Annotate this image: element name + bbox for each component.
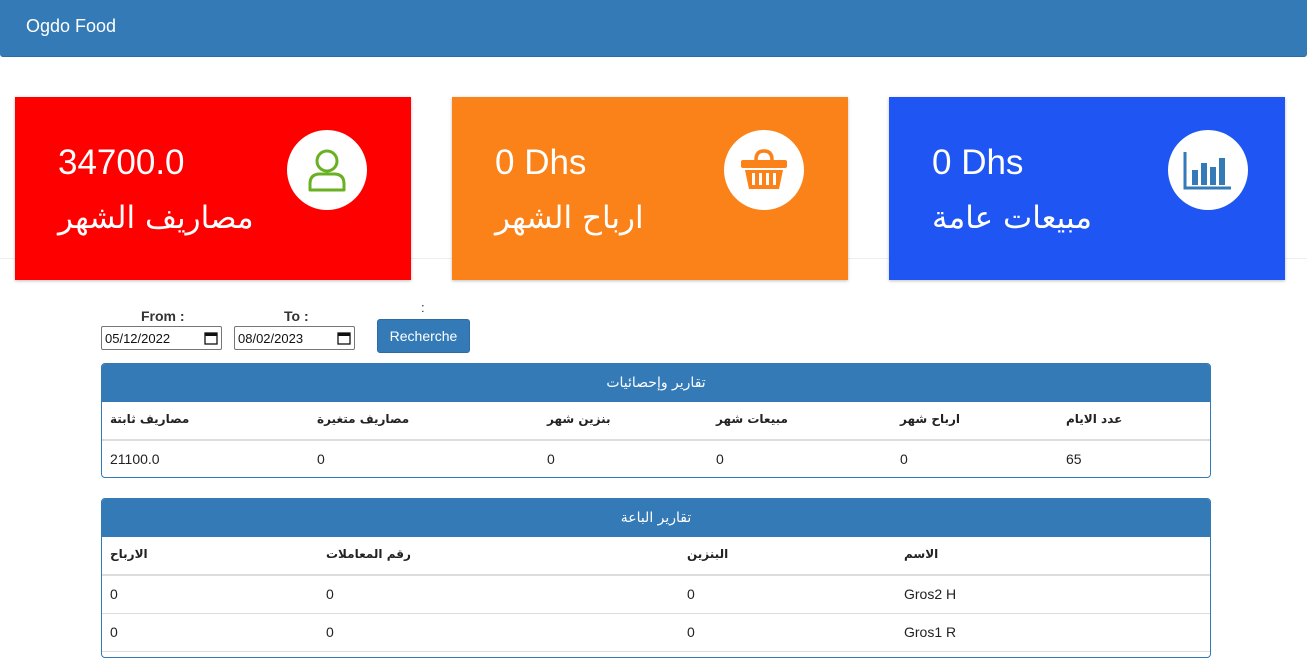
table-row (102, 651, 1210, 657)
brand-name[interactable]: Ogdo Food (26, 16, 116, 37)
search-button[interactable]: Recherche (377, 319, 470, 353)
from-date-value: 05/12/2022 (105, 331, 171, 346)
table-cell: 0 (110, 586, 118, 602)
header-cell: الاسم (904, 547, 939, 561)
table-cell: 0 (326, 586, 334, 602)
to-date-input[interactable]: 08/02/2023 (234, 326, 355, 350)
card-value: 34700.0 (58, 143, 185, 182)
to-date-value: 08/02/2023 (238, 331, 304, 346)
header-cell: ارباح شهر (900, 412, 961, 426)
user-icon (287, 130, 367, 210)
stats-panel: تقارير وإحصائيات مصاريف ثابتة مصاريف متغ… (101, 363, 1211, 478)
header-cell: مبيعات شهر (716, 412, 788, 426)
bar-chart-icon (1168, 130, 1248, 210)
header-cell: الارباح (110, 547, 148, 561)
table-cell: 65 (1066, 451, 1082, 467)
from-label: From : (141, 308, 185, 324)
header-cell: رقم المعاملات (326, 547, 411, 561)
table-cell: 0 (110, 624, 118, 640)
header-cell: مصاريف ثابتة (110, 412, 190, 426)
colon-label: : (421, 300, 425, 315)
table-row: 21100.0 0 0 0 0 65 (102, 441, 1210, 477)
stats-table-header: مصاريف ثابتة مصاريف متغيرة بنزين شهر مبي… (102, 402, 1210, 441)
table-cell: 0 (326, 624, 334, 640)
table-cell: 21100.0 (110, 451, 160, 467)
basket-icon (724, 130, 804, 210)
table-cell: 0 (716, 451, 724, 467)
sellers-table-header: الارباح رقم المعاملات البنزين الاسم (102, 537, 1210, 576)
monthly-expenses-card: 34700.0 مصاريف الشهر (15, 97, 411, 280)
table-row: 0 0 0 Gros1 R (102, 613, 1210, 651)
sellers-panel: تقارير الباعة الارباح رقم المعاملات البن… (101, 498, 1211, 658)
card-value: 0 Dhs (495, 143, 587, 182)
table-cell: Gros1 R (904, 624, 957, 640)
stats-panel-title: تقارير وإحصائيات (102, 364, 1210, 402)
calendar-icon[interactable] (204, 331, 218, 345)
table-cell: 0 (547, 451, 555, 467)
header-cell: البنزين (687, 547, 729, 561)
header-cell: بنزين شهر (547, 412, 611, 426)
top-navbar: Ogdo Food (0, 0, 1307, 57)
card-label: ارباح الشهر (495, 200, 644, 236)
table-cell: Gros2 H (904, 586, 957, 602)
card-label: مبيعات عامة (932, 200, 1092, 236)
header-cell: مصاريف متغيرة (317, 412, 410, 426)
table-cell: 0 (687, 586, 695, 602)
table-row: 0 0 0 Gros2 H (102, 576, 1210, 613)
monthly-profit-card: 0 Dhs ارباح الشهر (452, 97, 848, 280)
table-cell: 0 (900, 451, 908, 467)
general-sales-card: 0 Dhs مبيعات عامة (889, 97, 1285, 280)
sellers-panel-title: تقارير الباعة (102, 499, 1210, 537)
calendar-icon[interactable] (337, 331, 351, 345)
table-cell: 0 (317, 451, 325, 467)
header-cell: عدد الايام (1066, 412, 1123, 426)
card-label: مصاريف الشهر (58, 200, 254, 236)
card-value: 0 Dhs (932, 143, 1024, 182)
table-cell: 0 (687, 624, 695, 640)
to-label: To : (284, 308, 309, 324)
from-date-input[interactable]: 05/12/2022 (101, 326, 222, 350)
